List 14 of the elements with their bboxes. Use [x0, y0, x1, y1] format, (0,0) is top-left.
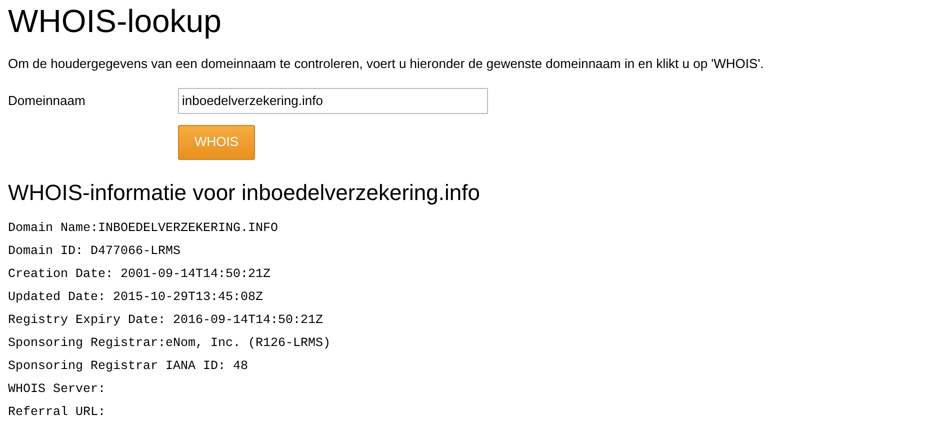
result-heading: WHOIS-informatie voor inboedelverzekering.info: [8, 178, 480, 206]
whois-record-line: Sponsoring Registrar:eNom, Inc. (R126-LRMS): [8, 334, 331, 352]
whois-record-line: Registry Expiry Date: 2016-09-14T14:50:21Z: [8, 312, 324, 328]
page-title: WHOIS-lookup: [8, 2, 222, 40]
intro-text: Om de houdergegevens van een domeinnaam te controleren, voert u hieronder de gewenste domeinnaam in en klikt u op 'WHOIS'.: [8, 55, 764, 73]
whois-record-line: Domain Name:INBOEDELVERZEKERING.INFO: [8, 220, 278, 236]
whois-record-line: Referral URL:: [8, 404, 106, 420]
whois-record-line: Domain ID: D477066-LRMS: [8, 242, 181, 260]
field-label: Domeinnaam: [8, 92, 86, 110]
whois-record-line: Sponsoring Registrar IANA ID: 48: [8, 358, 248, 374]
whois-record-line: Updated Date: 2015-10-29T13:45:08Z: [8, 288, 264, 306]
domain-input-field[interactable]: inboedelverzekering.info: [178, 88, 488, 114]
whois-record-line: Creation Date: 2001-09-14T14:50:21Z: [8, 266, 271, 282]
whois-record-line: WHOIS Server:: [8, 380, 106, 398]
